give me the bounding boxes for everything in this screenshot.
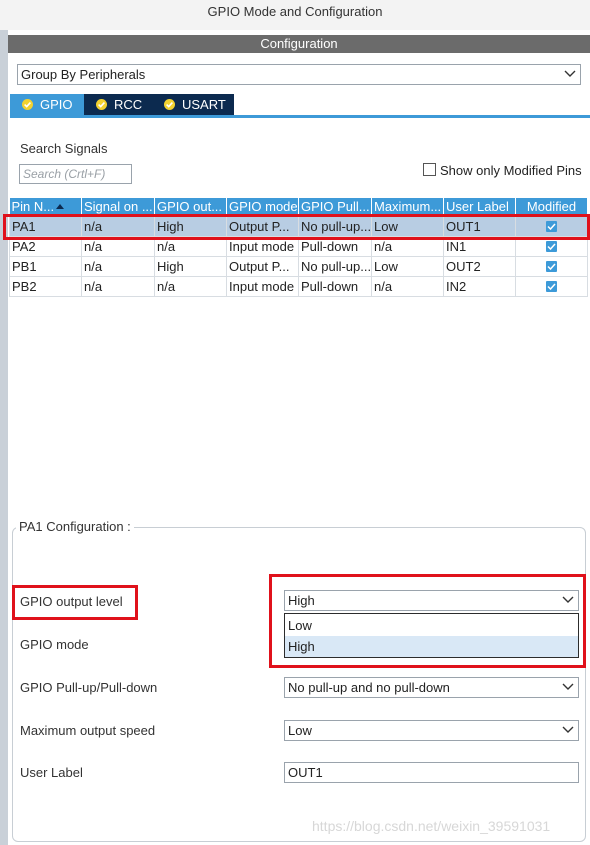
- chevron-down-icon: [564, 70, 576, 77]
- search-signals-title: Search Signals: [20, 141, 108, 156]
- cell-signal: n/a: [81, 256, 155, 277]
- peripheral-tabs: GPIO RCC USART: [8, 94, 590, 116]
- checkbox-checked-icon: [546, 240, 557, 252]
- cell-gpio-output: High: [154, 256, 227, 277]
- group-by-value: Group By Peripherals: [21, 67, 146, 82]
- cell-modified: [515, 276, 588, 297]
- pin-configuration-legend: PA1 Configuration :: [16, 519, 134, 534]
- tab-underline: [10, 115, 590, 118]
- cell-modified: [515, 256, 588, 277]
- table-row[interactable]: PB1 n/a High Output P... No pull-up... L…: [9, 256, 588, 277]
- check-circle-icon: [22, 99, 33, 110]
- chevron-down-icon: [562, 726, 574, 733]
- configuration-header: Configuration: [8, 35, 590, 53]
- pin-table: Pin N... Signal on ... GPIO out... GPIO …: [9, 198, 589, 297]
- chevron-down-icon: [562, 683, 574, 690]
- gpio-pull-value: No pull-up and no pull-down: [288, 680, 450, 695]
- left-rail: [0, 30, 8, 845]
- cell-gpio-mode: Input mode: [226, 276, 299, 297]
- gpio-pull-label: GPIO Pull-up/Pull-down: [20, 680, 158, 695]
- tab-label: GPIO: [40, 97, 73, 112]
- cell-user-label: OUT2: [443, 256, 516, 277]
- cell-gpio-output: n/a: [154, 276, 227, 297]
- cell-gpio-pull: Pull-down: [298, 276, 372, 297]
- window-title: GPIO Mode and Configuration: [0, 0, 590, 30]
- cell-user-label: IN2: [443, 276, 516, 297]
- cell-pin: PB2: [9, 276, 82, 297]
- selected-row-highlight-box: [3, 214, 590, 240]
- show-modified-label: Show only Modified Pins: [440, 163, 582, 178]
- watermark-text: https://blog.csdn.net/weixin_39591031: [312, 818, 551, 834]
- checkbox-checked-icon: [546, 260, 557, 272]
- sort-asc-icon: [56, 204, 65, 209]
- cell-gpio-pull: No pull-up...: [298, 256, 372, 277]
- tab-label: RCC: [114, 97, 143, 112]
- cell-signal: n/a: [81, 276, 155, 297]
- gpio-pull-select[interactable]: No pull-up and no pull-down: [284, 677, 579, 698]
- dropdown-highlight-box: [269, 574, 586, 668]
- column-header-label: Pin N...: [11, 199, 55, 214]
- check-circle-icon: [96, 99, 107, 110]
- tab-usart[interactable]: USART: [152, 94, 234, 115]
- tab-gpio[interactable]: GPIO: [10, 94, 84, 115]
- checkbox-icon: [423, 163, 436, 176]
- output-level-label-highlight-box: [12, 585, 138, 620]
- gpio-mode-label: GPIO mode: [20, 637, 89, 652]
- cell-pin: PB1: [9, 256, 82, 277]
- check-circle-icon: [164, 99, 175, 110]
- show-modified-checkbox[interactable]: Show only Modified Pins: [423, 163, 582, 178]
- checkbox-checked-icon: [546, 280, 557, 292]
- tab-rcc[interactable]: RCC: [84, 94, 152, 115]
- max-output-speed-value: Low: [288, 723, 312, 738]
- tab-label: USART: [182, 97, 226, 112]
- user-label-label: User Label: [20, 765, 83, 780]
- group-by-select[interactable]: Group By Peripherals: [17, 64, 581, 85]
- search-input[interactable]: Search (Crtl+F): [19, 164, 132, 184]
- table-row[interactable]: PB2 n/a n/a Input mode Pull-down n/a IN2: [9, 276, 588, 297]
- cell-max-speed: Low: [371, 256, 444, 277]
- cell-gpio-mode: Output P...: [226, 256, 299, 277]
- max-output-speed-select[interactable]: Low: [284, 720, 579, 741]
- user-label-input[interactable]: OUT1: [284, 762, 579, 783]
- cell-max-speed: n/a: [371, 276, 444, 297]
- max-output-speed-label: Maximum output speed: [20, 723, 156, 738]
